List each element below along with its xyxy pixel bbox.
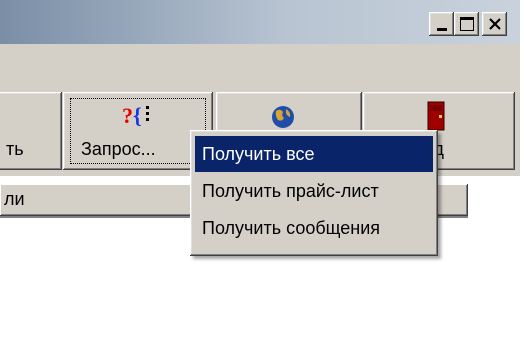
menu-item-get-price-list-label: Получить прайс-лист (202, 180, 379, 201)
svg-text:{: { (133, 103, 142, 128)
minimize-icon (436, 27, 447, 31)
close-button[interactable] (482, 12, 507, 36)
toolbar-button-1[interactable]: ть (0, 92, 62, 170)
maximize-icon (459, 17, 474, 31)
menu-item-get-messages-label: Получить сообщения (202, 217, 381, 238)
query-icon: ? { (122, 103, 149, 128)
close-icon (488, 18, 501, 30)
menu-item-get-all-label: Получить все (202, 143, 315, 164)
exit-door-icon (427, 101, 445, 131)
menu-item-get-price-list[interactable]: Получить прайс-лист (195, 173, 433, 209)
app-window: ть ? { Запрос... ли Получить все Получит… (0, 0, 520, 345)
globe-icon (272, 106, 294, 128)
svg-text:?: ? (122, 103, 133, 128)
list-column-header-label: ли (4, 189, 25, 209)
menu-item-get-all[interactable]: Получить все (195, 136, 433, 172)
menu-bar (0, 44, 520, 86)
context-menu: Получить все Получить прайс-лист Получит… (190, 130, 438, 256)
maximize-button[interactable] (454, 12, 479, 36)
query-button-label: Запрос... (81, 139, 156, 159)
minimize-button[interactable] (429, 12, 454, 36)
toolbar-button-1-label: ть (6, 139, 24, 159)
title-bar[interactable] (0, 0, 520, 44)
menu-item-get-messages[interactable]: Получить сообщения (195, 210, 433, 246)
